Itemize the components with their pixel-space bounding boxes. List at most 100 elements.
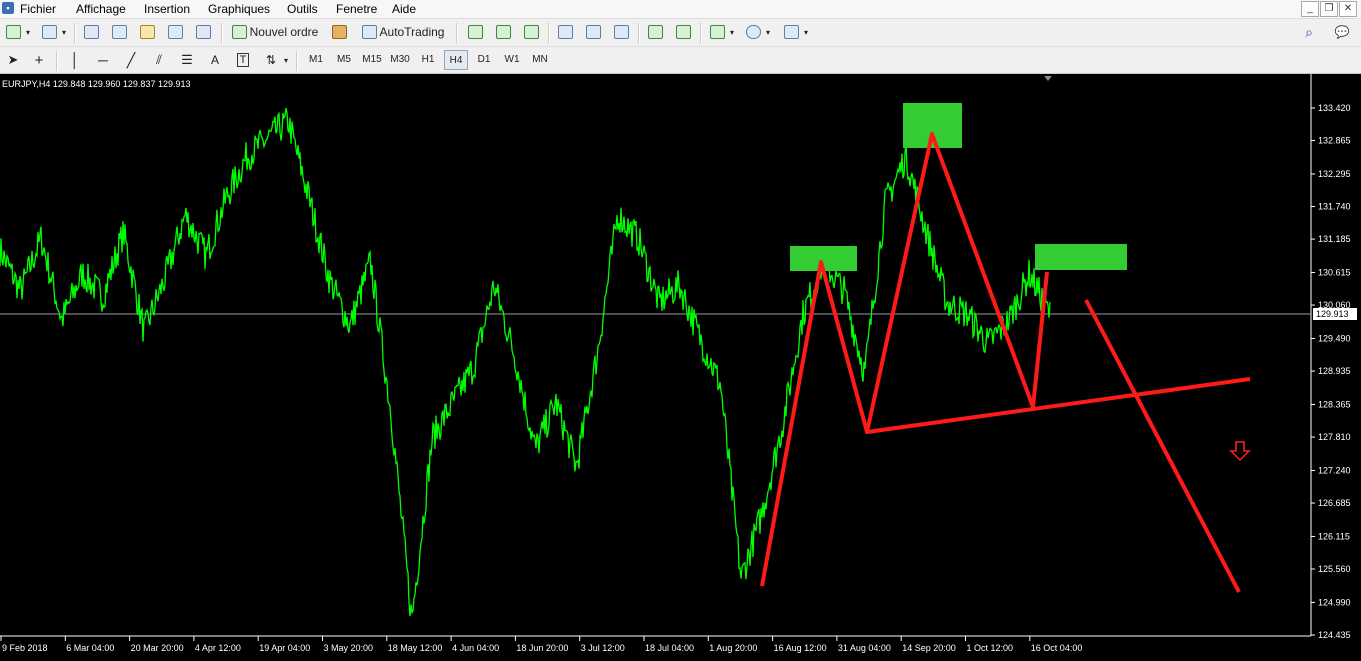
time-tick-label: 4 Jun 04:00 bbox=[452, 643, 499, 653]
menu-outils[interactable]: Outils bbox=[285, 1, 320, 17]
timeframe-h4[interactable]: H4 bbox=[444, 50, 468, 70]
price-tick-label: 133.420 bbox=[1318, 103, 1351, 113]
new-chart-dropdown[interactable]: ▾ bbox=[24, 21, 32, 43]
separator bbox=[700, 23, 702, 43]
indicators-dropdown[interactable]: ▾ bbox=[728, 21, 736, 43]
time-tick-label: 18 May 12:00 bbox=[388, 643, 443, 653]
text-button[interactable]: A bbox=[204, 49, 226, 71]
trendline-button[interactable]: ╱ bbox=[120, 49, 142, 71]
zoom-in-icon bbox=[557, 25, 573, 39]
profiles-dropdown[interactable]: ▾ bbox=[60, 21, 68, 43]
menu-affichage[interactable]: Affichage bbox=[74, 1, 128, 17]
autoscroll-button[interactable] bbox=[672, 21, 694, 43]
timeframe-w1[interactable]: W1 bbox=[500, 50, 524, 70]
arrows-button[interactable]: ⇅ bbox=[260, 49, 282, 71]
app-icon[interactable]: ▪ bbox=[2, 2, 14, 14]
data-window-button[interactable] bbox=[108, 21, 130, 43]
chart-shift-button[interactable] bbox=[644, 21, 666, 43]
crosshair-button[interactable]: + bbox=[28, 49, 50, 71]
separator bbox=[548, 23, 550, 43]
fibonacci-button[interactable]: ☰ bbox=[176, 49, 198, 71]
price-tick-label: 127.240 bbox=[1318, 465, 1351, 475]
menu-fenetre[interactable]: Fenetre bbox=[334, 1, 379, 17]
text-label-button[interactable]: T bbox=[232, 49, 254, 71]
timeframe-h1[interactable]: H1 bbox=[416, 50, 440, 70]
tile-windows-button[interactable] bbox=[610, 21, 632, 43]
timeframe-d1[interactable]: D1 bbox=[472, 50, 496, 70]
minimize-button[interactable]: _ bbox=[1301, 1, 1319, 17]
price-tick-label: 124.990 bbox=[1318, 597, 1351, 607]
horizontal-line-icon: ─ bbox=[98, 52, 108, 68]
templates-button[interactable] bbox=[780, 21, 802, 43]
navigator-button[interactable] bbox=[136, 21, 158, 43]
separator bbox=[638, 23, 640, 43]
equidistant-channel-button[interactable]: ⫽ bbox=[148, 49, 170, 71]
clock-icon bbox=[745, 25, 761, 39]
new-order-icon bbox=[231, 25, 247, 39]
magnifier-doc-icon bbox=[195, 25, 211, 39]
vertical-line-button[interactable]: │ bbox=[64, 49, 86, 71]
timeframe-m30[interactable]: M30 bbox=[388, 50, 412, 70]
price-tick-label: 126.115 bbox=[1318, 531, 1350, 541]
chat-button[interactable]: 💬 bbox=[1328, 21, 1356, 43]
market-watch-button[interactable] bbox=[80, 21, 102, 43]
price-chart[interactable]: 133.420 132.865 132.295 131.740 131.185 130.6… bbox=[0, 74, 1361, 661]
menu-graphiques[interactable]: Graphiques bbox=[206, 1, 272, 17]
arrows-dropdown[interactable]: ▾ bbox=[282, 49, 290, 71]
new-order-button[interactable]: Nouvel ordre bbox=[228, 21, 322, 43]
templates-icon bbox=[783, 25, 799, 39]
search-button[interactable]: ⌕ bbox=[1298, 21, 1320, 43]
timeframe-mn[interactable]: MN bbox=[528, 50, 552, 70]
time-tick-label: 18 Jun 20:00 bbox=[516, 643, 568, 653]
search-icon: ⌕ bbox=[1305, 23, 1313, 40]
separator bbox=[74, 23, 76, 43]
cursor-button[interactable]: ➤ bbox=[2, 49, 24, 71]
time-tick-label: 19 Apr 04:00 bbox=[259, 643, 310, 653]
zoom-out-button[interactable] bbox=[582, 21, 604, 43]
head-zone[interactable] bbox=[903, 103, 962, 148]
vertical-line-icon: │ bbox=[70, 52, 80, 68]
price-tick-label: 132.865 bbox=[1318, 136, 1351, 146]
templates-dropdown[interactable]: ▾ bbox=[802, 21, 810, 43]
restore-button[interactable]: ❐ bbox=[1320, 1, 1338, 17]
zoom-in-button[interactable] bbox=[554, 21, 576, 43]
profiles-button[interactable] bbox=[38, 21, 60, 43]
menu-aide[interactable]: Aide bbox=[390, 1, 418, 17]
autotrading-icon bbox=[361, 25, 377, 39]
time-tick-label: 4 Apr 12:00 bbox=[195, 643, 241, 653]
timeframe-m15[interactable]: M15 bbox=[360, 50, 384, 70]
metaeditor-button[interactable] bbox=[328, 21, 350, 43]
timeframe-m5[interactable]: M5 bbox=[332, 50, 356, 70]
menu-bar: ▪ Fichier Affichage Insertion Graphiques… bbox=[0, 0, 1361, 19]
text-a-icon: A bbox=[210, 53, 219, 67]
timeframe-m1[interactable]: M1 bbox=[304, 50, 328, 70]
right-shoulder-zone[interactable] bbox=[1035, 244, 1127, 270]
zoom-out-icon bbox=[585, 25, 601, 39]
new-chart-button[interactable] bbox=[2, 21, 24, 43]
line-chart-button[interactable] bbox=[520, 21, 542, 43]
separator bbox=[56, 51, 58, 71]
time-tick-label: 31 Aug 04:00 bbox=[838, 643, 891, 653]
indicators-button[interactable] bbox=[706, 21, 728, 43]
autotrading-button[interactable]: AutoTrading bbox=[356, 21, 450, 43]
time-tick-label: 1 Oct 12:00 bbox=[967, 643, 1014, 653]
bar-chart-button[interactable] bbox=[464, 21, 486, 43]
horizontal-line-button[interactable]: ─ bbox=[92, 49, 114, 71]
candlesticks-button[interactable] bbox=[492, 21, 514, 43]
time-tick-label: 1 Aug 20:00 bbox=[709, 643, 757, 653]
price-tick-label: 132.295 bbox=[1318, 169, 1351, 179]
chart-window[interactable]: 133.420 132.865 132.295 131.740 131.185 130.6… bbox=[0, 74, 1361, 661]
candlesticks-icon bbox=[495, 25, 511, 39]
separator bbox=[296, 51, 298, 71]
strategy-tester-button[interactable] bbox=[192, 21, 214, 43]
menu-fichier[interactable]: Fichier bbox=[18, 1, 58, 17]
new-order-label: Nouvel ordre bbox=[249, 25, 319, 39]
time-tick-label: 9 Feb 2018 bbox=[2, 643, 48, 653]
close-button[interactable]: ✕ bbox=[1339, 1, 1357, 17]
time-tick-label: 3 May 20:00 bbox=[324, 643, 374, 653]
periods-dropdown[interactable]: ▾ bbox=[764, 21, 772, 43]
menu-insertion[interactable]: Insertion bbox=[142, 1, 192, 17]
text-label-icon: T bbox=[236, 53, 250, 67]
periods-button[interactable] bbox=[742, 21, 764, 43]
terminal-button[interactable] bbox=[164, 21, 186, 43]
